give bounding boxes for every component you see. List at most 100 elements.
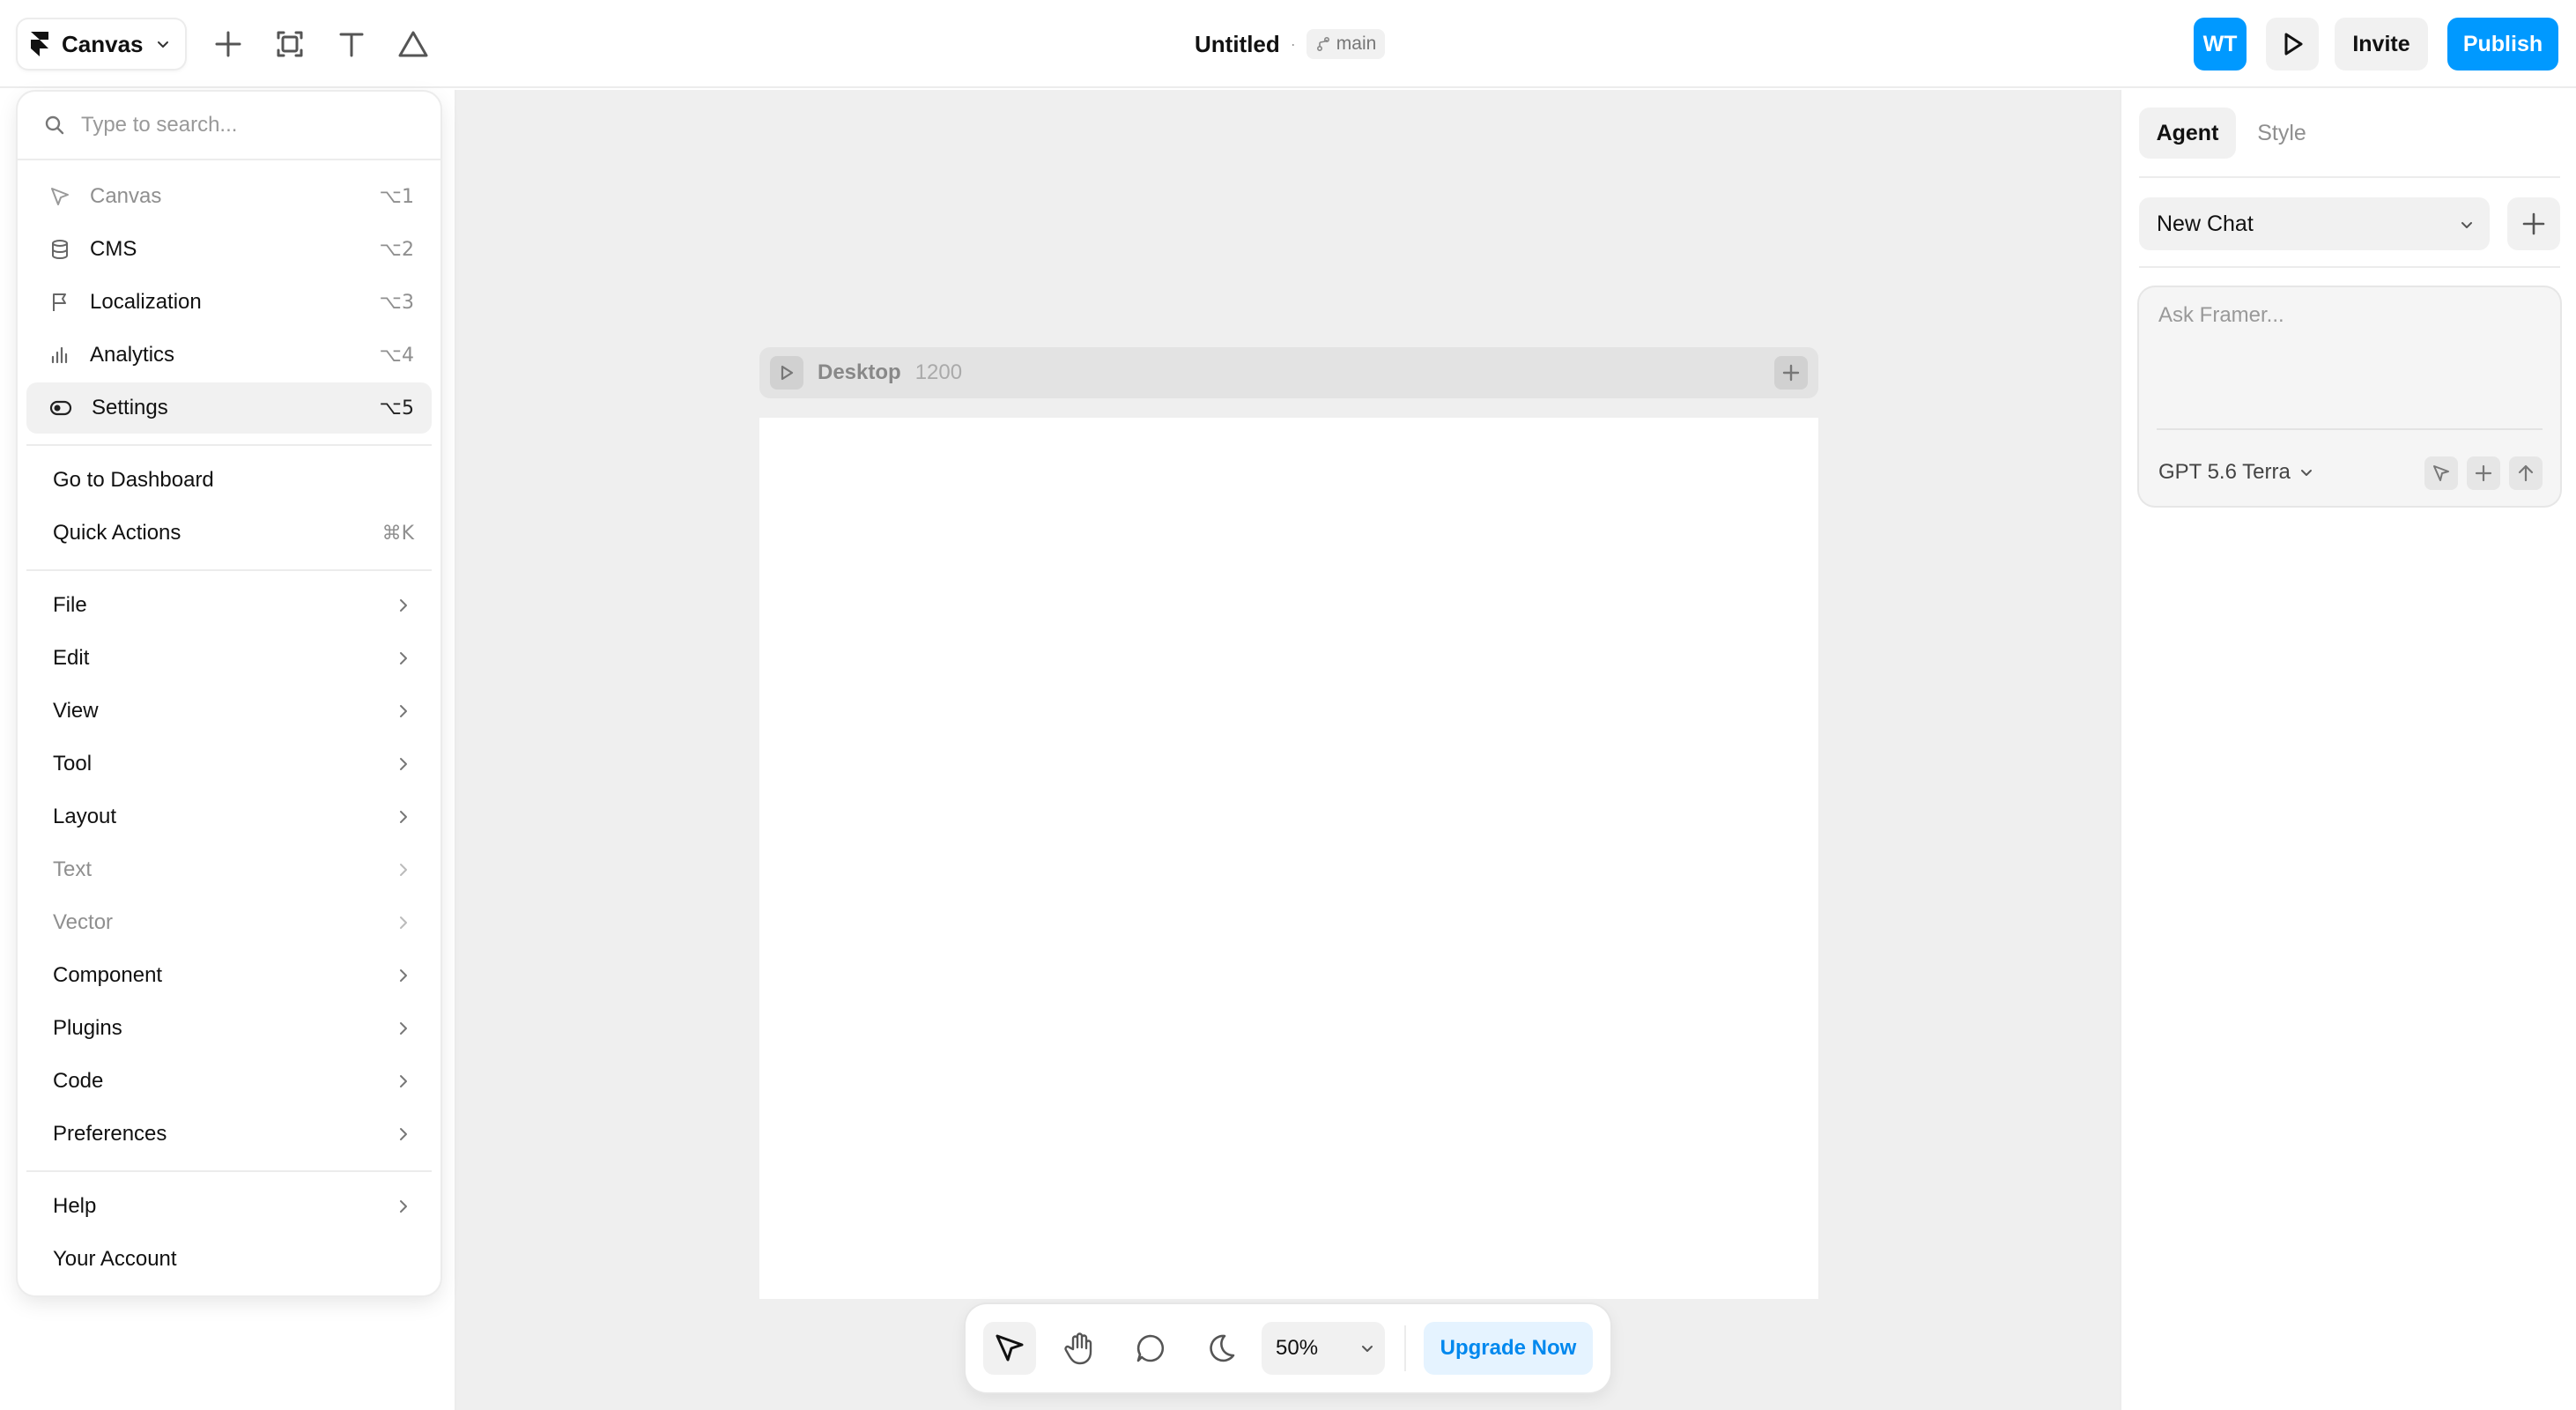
search-icon [45,115,64,135]
add-breakpoint-button[interactable] [1774,356,1808,390]
chevron-down-icon [157,41,168,48]
document-title-area: Untitled · main [1195,26,1386,62]
menu-item-quick-actions[interactable]: Quick Actions ⌘K [26,508,432,559]
menu-item-edit[interactable]: Edit [26,633,432,684]
frame-tool-button[interactable] [270,25,309,63]
insert-button[interactable] [209,25,248,63]
zoom-value: 50% [1276,1336,1319,1360]
menu-item-label: Component [53,963,163,987]
preview-button[interactable] [2266,18,2319,70]
doc-title[interactable]: Untitled [1195,31,1280,58]
tab-agent[interactable]: Agent [2139,108,2236,159]
canvas-menu-button[interactable]: Canvas [18,19,185,69]
menu-item-analytics[interactable]: Analytics ⌥4 [26,330,432,381]
menu-item-canvas[interactable]: Canvas ⌥1 [26,171,432,222]
plus-icon [1782,364,1800,382]
cursor-icon [2433,465,2449,481]
menu-item-file[interactable]: File [26,580,432,631]
cursor-icon [51,188,69,205]
menu-divider [26,1170,432,1172]
menu-divider [26,569,432,571]
menu-item-label: Vector [53,910,114,934]
text-tool-button[interactable] [332,25,371,63]
menu-item-settings[interactable]: Settings ⌥5 [26,382,432,434]
menu-item-label: Help [53,1194,97,1218]
user-avatar[interactable]: WT [2194,18,2247,70]
chevron-right-icon [400,1022,407,1035]
chat-select[interactable]: New Chat [2139,197,2490,250]
toolbar-divider [1404,1325,1406,1371]
upgrade-button[interactable]: Upgrade Now [1424,1322,1593,1375]
menu-item-shortcut: ⌥5 [379,397,414,419]
vector-tool-button[interactable] [394,25,433,63]
menu-item-shortcut: ⌥1 [379,185,414,208]
desktop-frame[interactable] [759,418,1818,1299]
chevron-right-icon [400,652,407,664]
menu-item-text[interactable]: Text [26,844,432,895]
menu-item-vector[interactable]: Vector [26,897,432,948]
menu-item-label: Code [53,1069,104,1093]
cursor-icon [996,1334,1024,1362]
tab-style[interactable]: Style [2247,108,2317,159]
chat-select-value: New Chat [2157,211,2254,236]
menu-item-shortcut: ⌥3 [379,291,414,314]
select-element-button[interactable] [2424,456,2458,490]
ask-input[interactable] [2158,303,2537,418]
canvas-dropdown-menu: Canvas ⌥1 CMS ⌥2 Localization ⌥3 Analyti… [18,92,440,1295]
comment-tool-button[interactable] [1124,1322,1177,1375]
divider [2157,428,2543,430]
plus-icon [215,31,241,57]
plus-icon [2475,464,2492,482]
menu-item-label: Go to Dashboard [53,468,214,492]
select-tool-button[interactable] [983,1322,1036,1375]
send-button[interactable] [2509,456,2543,490]
moon-icon [1210,1334,1235,1362]
chevron-right-icon [400,916,407,929]
menu-item-shortcut: ⌥2 [379,238,414,261]
menu-item-label: Quick Actions [53,521,181,545]
menu-item-tool[interactable]: Tool [26,738,432,790]
model-label: GPT 5.6 Terra [2158,460,2291,484]
menu-item-label: File [53,593,87,617]
toggle-icon [49,400,72,416]
menu-item-your-account[interactable]: Your Account [26,1234,432,1285]
menu-item-plugins[interactable]: Plugins [26,1003,432,1054]
menu-item-help[interactable]: Help [26,1181,432,1232]
text-icon [339,33,364,57]
menu-search [18,92,440,160]
menu-item-layout[interactable]: Layout [26,791,432,842]
menu-item-label: Tool [53,752,93,776]
dark-mode-button[interactable] [1195,1322,1247,1375]
frame-icon [277,31,303,57]
menu-item-go-to-dashboard[interactable]: Go to Dashboard [26,455,432,506]
zoom-select[interactable]: 50% [1262,1322,1385,1375]
frame-header[interactable]: Desktop 1200 [759,347,1818,398]
menu-item-shortcut: ⌘K [381,522,414,545]
hand-tool-button[interactable] [1054,1322,1107,1375]
menu-item-localization[interactable]: Localization ⌥3 [26,277,432,328]
publish-button[interactable]: Publish [2447,18,2558,70]
menu-search-input[interactable] [81,113,416,137]
bar-chart-icon [51,346,68,364]
attach-button[interactable] [2467,456,2500,490]
frame-preview-button[interactable] [770,356,803,390]
new-chat-button[interactable] [2507,197,2560,250]
branch-badge[interactable]: main [1306,29,1386,59]
divider [2139,176,2560,178]
menu-item-code[interactable]: Code [26,1056,432,1107]
canvas-menu-label: Canvas [62,30,144,57]
model-select[interactable]: GPT 5.6 Terra [2158,455,2313,490]
menu-item-view[interactable]: View [26,686,432,737]
menu-item-preferences[interactable]: Preferences [26,1109,432,1160]
framer-logo-icon [31,32,48,56]
invite-button[interactable]: Invite [2335,18,2428,70]
chevron-down-icon [2300,470,2312,476]
top-bar: Canvas Untitled · main WT Invite Publish [0,0,2576,88]
flag-icon [53,293,66,311]
menu-item-component[interactable]: Component [26,950,432,1001]
chevron-right-icon [400,811,407,823]
frame-name: Desktop [818,360,901,384]
chevron-right-icon [400,1128,407,1140]
menu-item-shortcut: ⌥4 [379,344,414,367]
menu-item-cms[interactable]: CMS ⌥2 [26,224,432,275]
